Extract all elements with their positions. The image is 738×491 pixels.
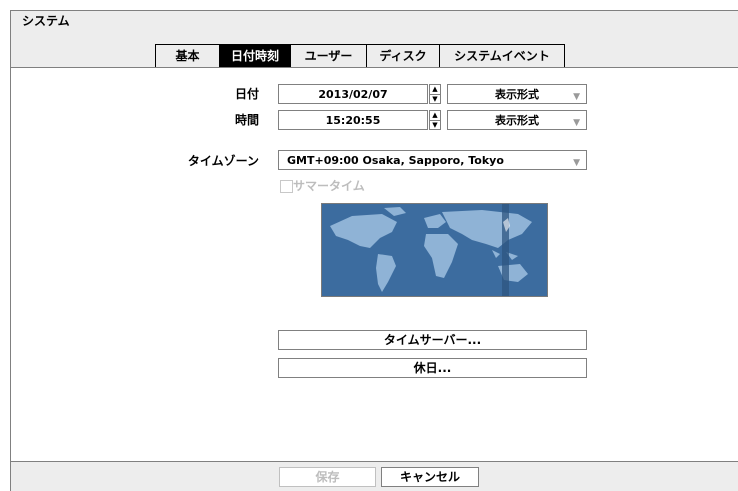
timezone-label: タイムゾーン	[187, 154, 259, 168]
time-format-value: 表示形式	[495, 114, 539, 127]
chevron-down-icon: ▼	[573, 158, 580, 168]
settings-panel: 日付 2013/02/07 ▲ ▼ 表示形式 ▼ 時間 15:20:55 ▲ ▼…	[11, 67, 738, 462]
chevron-down-icon: ▼	[573, 118, 580, 128]
chevron-down-icon: ▼	[573, 92, 580, 102]
date-format-select[interactable]: 表示形式 ▼	[447, 84, 587, 104]
time-spinner[interactable]: ▲ ▼	[429, 110, 441, 130]
tab-user[interactable]: ユーザー	[291, 45, 367, 68]
tab-basic[interactable]: 基本	[156, 45, 220, 68]
world-map-image	[322, 204, 547, 296]
dst-checkbox[interactable]	[280, 180, 293, 193]
date-format-value: 表示形式	[495, 88, 539, 101]
holiday-button[interactable]: 休日...	[278, 358, 587, 378]
time-format-select[interactable]: 表示形式 ▼	[447, 110, 587, 130]
tab-system-event[interactable]: システムイベント	[440, 45, 564, 68]
cancel-button[interactable]: キャンセル	[381, 467, 479, 487]
timezone-value: GMT+09:00 Osaka, Sapporo, Tokyo	[287, 154, 504, 167]
save-button[interactable]: 保存	[279, 467, 376, 487]
tab-date-time[interactable]: 日付時刻	[220, 45, 291, 68]
time-server-button[interactable]: タイムサーバー...	[278, 330, 587, 350]
system-window: システム 基本 日付時刻 ユーザー ディスク システムイベント 日付 2013/…	[10, 10, 738, 491]
spinner-up-icon[interactable]: ▲	[430, 85, 440, 95]
world-map[interactable]	[321, 203, 548, 297]
tab-disk[interactable]: ディスク	[367, 45, 440, 68]
spinner-up-icon[interactable]: ▲	[430, 111, 440, 121]
date-field[interactable]: 2013/02/07	[278, 84, 428, 104]
tab-bar: 基本 日付時刻 ユーザー ディスク システムイベント	[155, 44, 565, 68]
spinner-down-icon[interactable]: ▼	[430, 95, 440, 104]
time-label: 時間	[234, 113, 259, 127]
date-label: 日付	[234, 87, 259, 101]
date-spinner[interactable]: ▲ ▼	[429, 84, 441, 104]
dst-label: サマータイム	[293, 179, 365, 193]
spinner-down-icon[interactable]: ▼	[430, 121, 440, 130]
timezone-select[interactable]: GMT+09:00 Osaka, Sapporo, Tokyo ▼	[278, 150, 587, 170]
window-title: システム	[22, 14, 70, 28]
time-field[interactable]: 15:20:55	[278, 110, 428, 130]
